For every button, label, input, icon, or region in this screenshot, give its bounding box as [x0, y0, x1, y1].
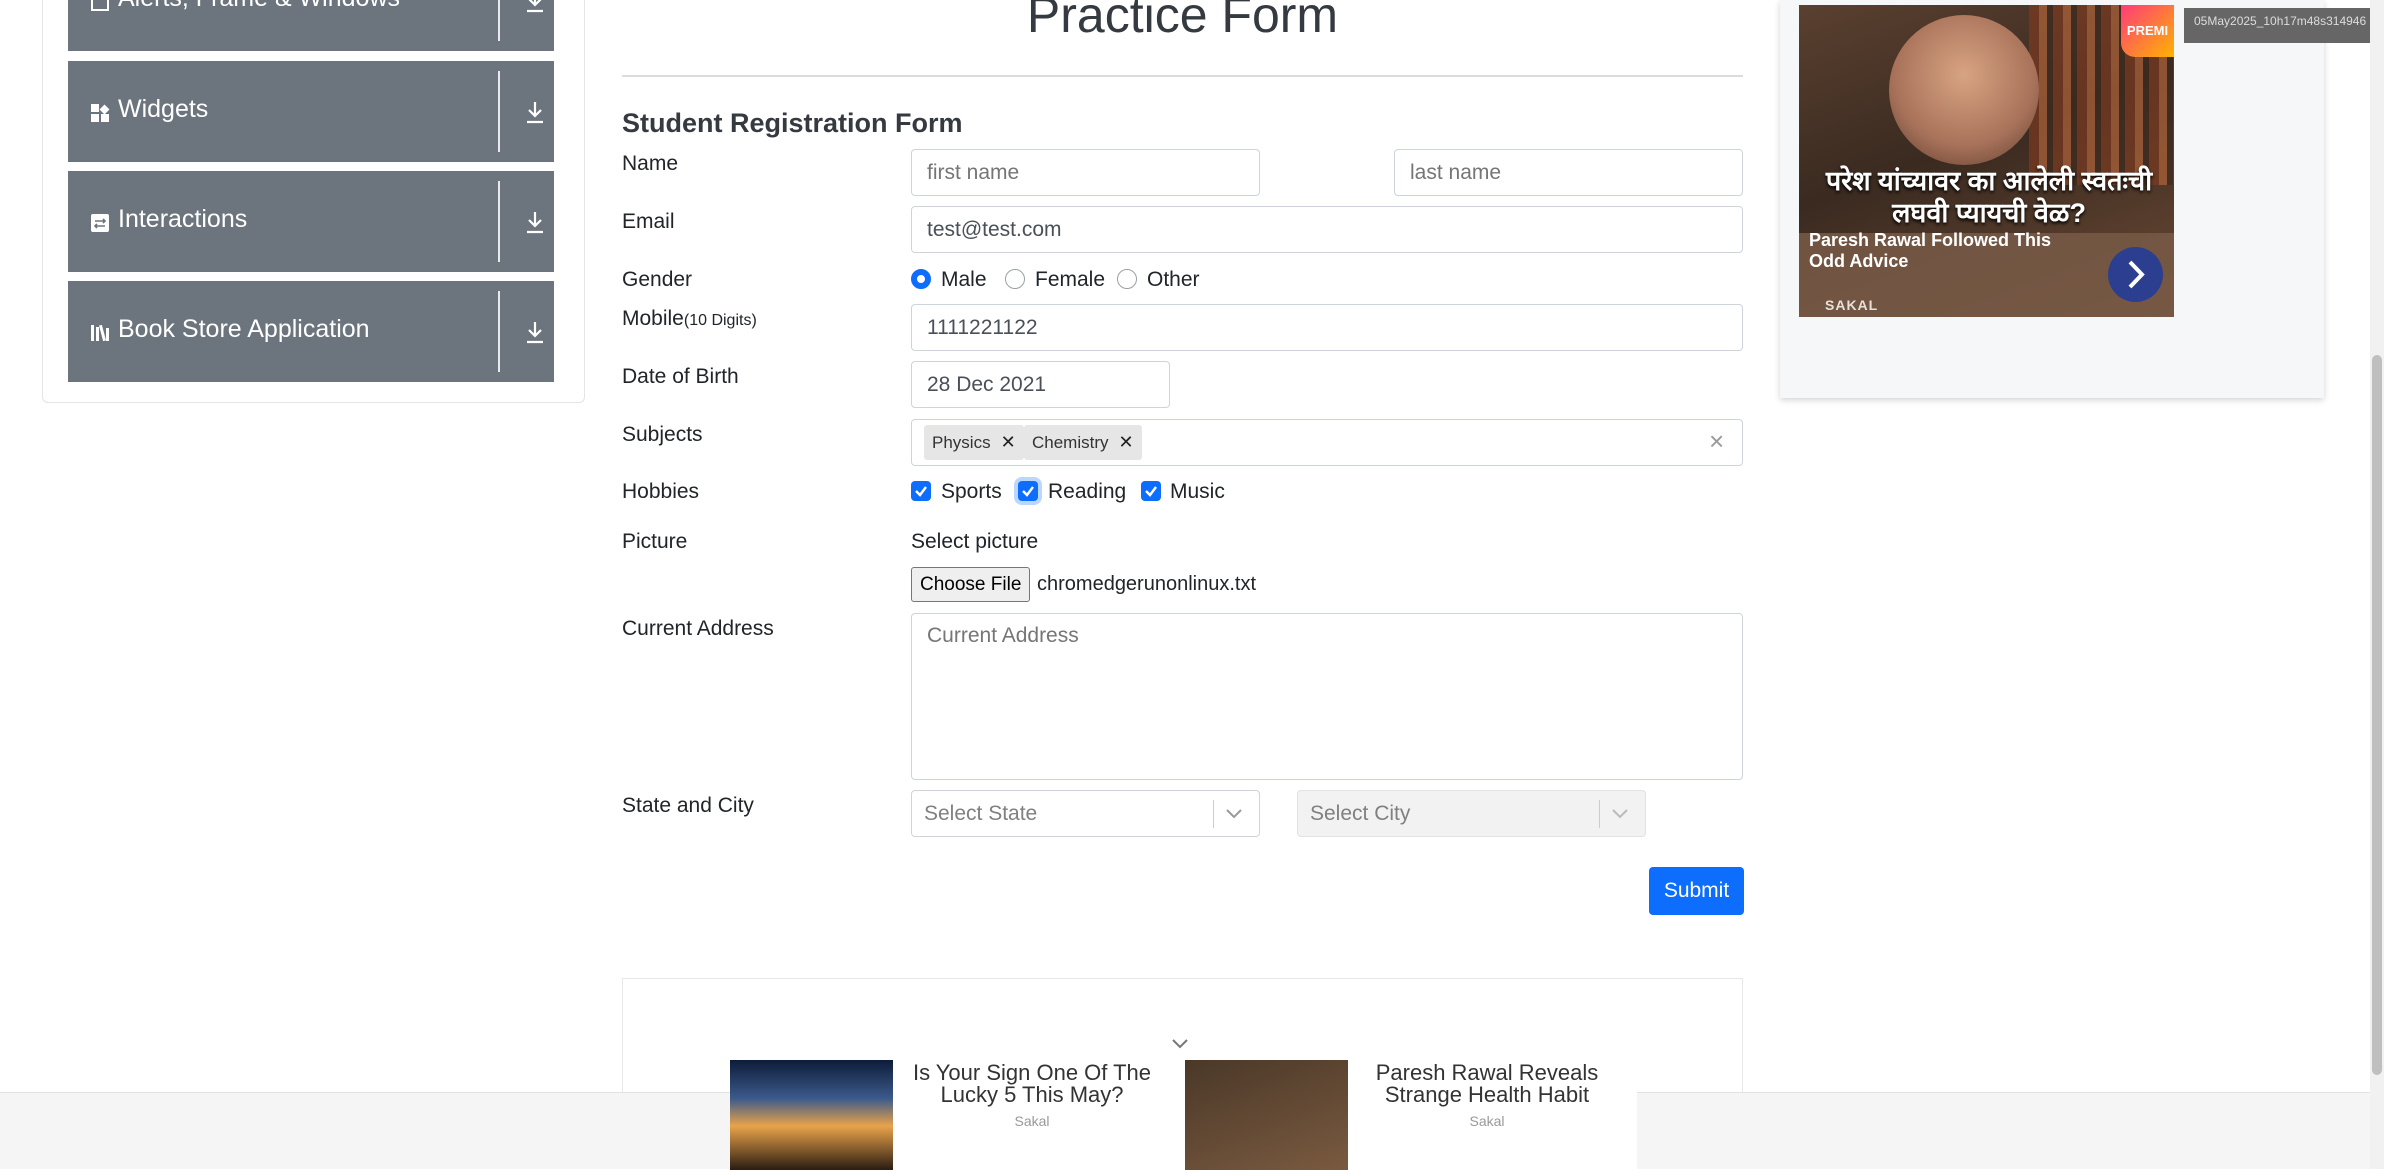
divider	[498, 71, 500, 152]
divider	[498, 291, 500, 372]
gender-radio-female[interactable]	[1005, 269, 1025, 289]
hobby-checkbox-sports[interactable]	[911, 481, 931, 501]
download-icon[interactable]	[524, 209, 546, 235]
gender-label: Gender	[622, 268, 693, 291]
city-select[interactable]: Select City	[1297, 790, 1646, 837]
download-icon[interactable]	[524, 99, 546, 125]
subjects-label: Subjects	[622, 423, 703, 446]
current-address-textarea[interactable]: Current Address	[911, 613, 1743, 780]
sidebar-group-widgets[interactable]: Widgets	[68, 61, 554, 162]
email-input[interactable]: test@test.com	[911, 206, 1743, 253]
timestamp-overlay: 05May2025_10h17m48s314946	[2184, 8, 2384, 43]
city-select-placeholder: Select City	[1310, 802, 1411, 825]
ad-badge: PREMI	[2121, 5, 2174, 57]
subject-chip-label: Physics	[932, 433, 991, 452]
email-label: Email	[622, 210, 675, 233]
books-icon	[90, 323, 110, 343]
sidebar-group-book-store[interactable]: Book Store Application	[68, 281, 554, 382]
remove-chip-icon[interactable]: ✕	[1001, 432, 1016, 452]
gender-option-label: Other	[1147, 268, 1200, 291]
date-of-birth-input[interactable]: 28 Dec 2021	[911, 361, 1170, 408]
chevron-down-icon	[1225, 806, 1243, 825]
window-icon	[90, 0, 110, 12]
first-name-input[interactable]	[911, 149, 1260, 196]
ad-portrait	[1889, 15, 2039, 165]
download-icon[interactable]	[524, 0, 546, 14]
divider	[498, 0, 500, 41]
collapse-ad-chevron-icon[interactable]	[1170, 1037, 1190, 1056]
recommendation-title[interactable]: Paresh Rawal Reveals Strange Health Habi…	[1357, 1062, 1617, 1106]
hobby-checkbox-reading[interactable]	[1018, 481, 1038, 501]
recommendation-thumbnail[interactable]	[730, 1060, 893, 1170]
chevron-down-icon	[1611, 806, 1629, 825]
gender-option-label: Female	[1035, 268, 1106, 291]
sidebar-group-label: Widgets	[118, 95, 209, 123]
gender-radio-other[interactable]	[1117, 269, 1137, 289]
state-city-label: State and City	[622, 794, 754, 817]
ad-next-arrow-icon[interactable]	[2108, 247, 2163, 302]
picture-label: Picture	[622, 530, 688, 553]
subject-chip-label: Chemistry	[1032, 433, 1109, 452]
divider	[498, 181, 500, 262]
mobile-label: Mobile(10 Digits)	[622, 307, 757, 331]
address-label: Current Address	[622, 617, 774, 640]
ad-image[interactable]: परेश यांच्यावर का आलेली स्वतःची लघवी प्य…	[1799, 5, 2174, 317]
title-divider	[622, 75, 1743, 77]
recommendation-source: Sakal	[1469, 1113, 1505, 1129]
hobby-option-label: Reading	[1048, 480, 1127, 503]
check-icon	[1022, 486, 1034, 497]
sidebar-group-label: Interactions	[118, 205, 248, 233]
interactions-icon	[90, 213, 110, 233]
check-icon	[1145, 486, 1157, 497]
subject-chip: Chemistry ✕	[1024, 425, 1142, 460]
hobby-checkbox-music[interactable]	[1141, 481, 1161, 501]
recommendation-thumbnail[interactable]	[1185, 1060, 1348, 1170]
form-title: Student Registration Form	[622, 108, 963, 138]
ad-headline: परेश यांच्यावर का आलेली स्वतःची लघवी प्य…	[1825, 166, 2153, 228]
select-separator	[1599, 800, 1600, 828]
page-title: Practice Form	[1026, 0, 1339, 43]
check-icon	[915, 486, 927, 497]
subject-chip: Physics ✕	[924, 425, 1024, 460]
sidebar-group-label: Alerts, Frame & Windows	[118, 0, 400, 13]
download-icon[interactable]	[524, 319, 546, 345]
chosen-file-name: chromedgerunonlinux.txt	[1037, 573, 1257, 595]
sidebar-group-interactions[interactable]: Interactions	[68, 171, 554, 272]
scrollbar-thumb[interactable]	[2372, 355, 2382, 1075]
sidebar-group-label: Book Store Application	[118, 315, 370, 343]
state-select-placeholder: Select State	[924, 802, 1038, 825]
last-name-input[interactable]	[1394, 149, 1743, 196]
ad-caption: Paresh Rawal Followed This Odd Advice	[1809, 230, 2052, 271]
gender-radio-male[interactable]	[911, 269, 931, 289]
recommendation-title[interactable]: Is Your Sign One Of The Lucky 5 This May…	[902, 1062, 1162, 1106]
name-label: Name	[622, 152, 679, 175]
choose-file-button[interactable]: Choose File	[911, 567, 1031, 602]
recommendation-source: Sakal	[1014, 1113, 1050, 1129]
select-picture-label: Select picture	[911, 530, 1039, 553]
sidebar-group-alerts[interactable]: Alerts, Frame & Windows	[68, 0, 554, 51]
hobbies-label: Hobbies	[622, 480, 700, 503]
submit-button[interactable]: Submit	[1649, 867, 1744, 915]
select-separator	[1213, 800, 1214, 828]
gender-option-label: Male	[941, 268, 987, 291]
dob-label: Date of Birth	[622, 365, 739, 388]
remove-chip-icon[interactable]: ✕	[1119, 432, 1134, 452]
mobile-hint: (10 Digits)	[683, 312, 757, 329]
ad-source: SAKAL	[1825, 297, 1879, 313]
clear-subjects-icon[interactable]: ×	[1709, 426, 1724, 457]
hobby-option-label: Music	[1170, 480, 1225, 503]
widgets-icon	[90, 103, 110, 123]
mobile-input[interactable]: 1111221122	[911, 304, 1743, 351]
mobile-label-text: Mobile	[622, 307, 684, 330]
state-select[interactable]: Select State	[911, 790, 1260, 837]
hobby-option-label: Sports	[941, 480, 1002, 503]
